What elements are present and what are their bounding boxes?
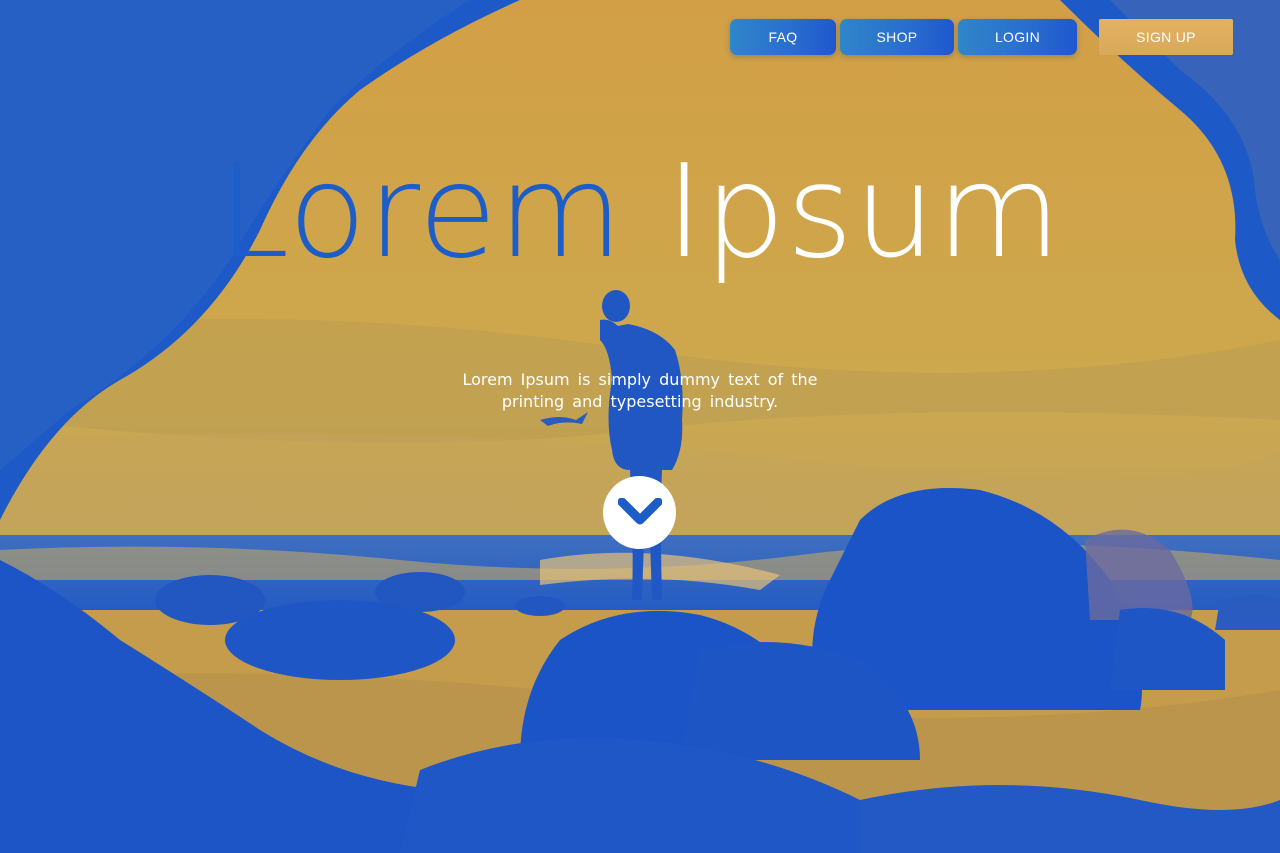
signup-button-label: SIGN UP bbox=[1136, 29, 1196, 45]
background-photo bbox=[0, 0, 1280, 853]
chevron-down-icon bbox=[617, 497, 662, 524]
hero-title-part2: Ipsum bbox=[665, 138, 1062, 287]
shop-button-label: SHOP bbox=[876, 29, 918, 45]
hero-title-part1: Lorem bbox=[218, 138, 624, 287]
hero-title: Lorem Ipsum bbox=[0, 138, 1280, 288]
hero-subtitle: Lorem Ipsum is simply dummy text of the … bbox=[462, 370, 818, 411]
login-button-label: LOGIN bbox=[994, 29, 1041, 45]
faq-button[interactable]: FAQ bbox=[730, 19, 836, 55]
scroll-down-button[interactable] bbox=[603, 476, 676, 549]
faq-button-label: FAQ bbox=[768, 29, 798, 45]
shop-button[interactable]: SHOP bbox=[840, 19, 954, 55]
login-button[interactable]: LOGIN bbox=[958, 19, 1077, 55]
signup-button[interactable]: SIGN UP bbox=[1099, 19, 1233, 55]
